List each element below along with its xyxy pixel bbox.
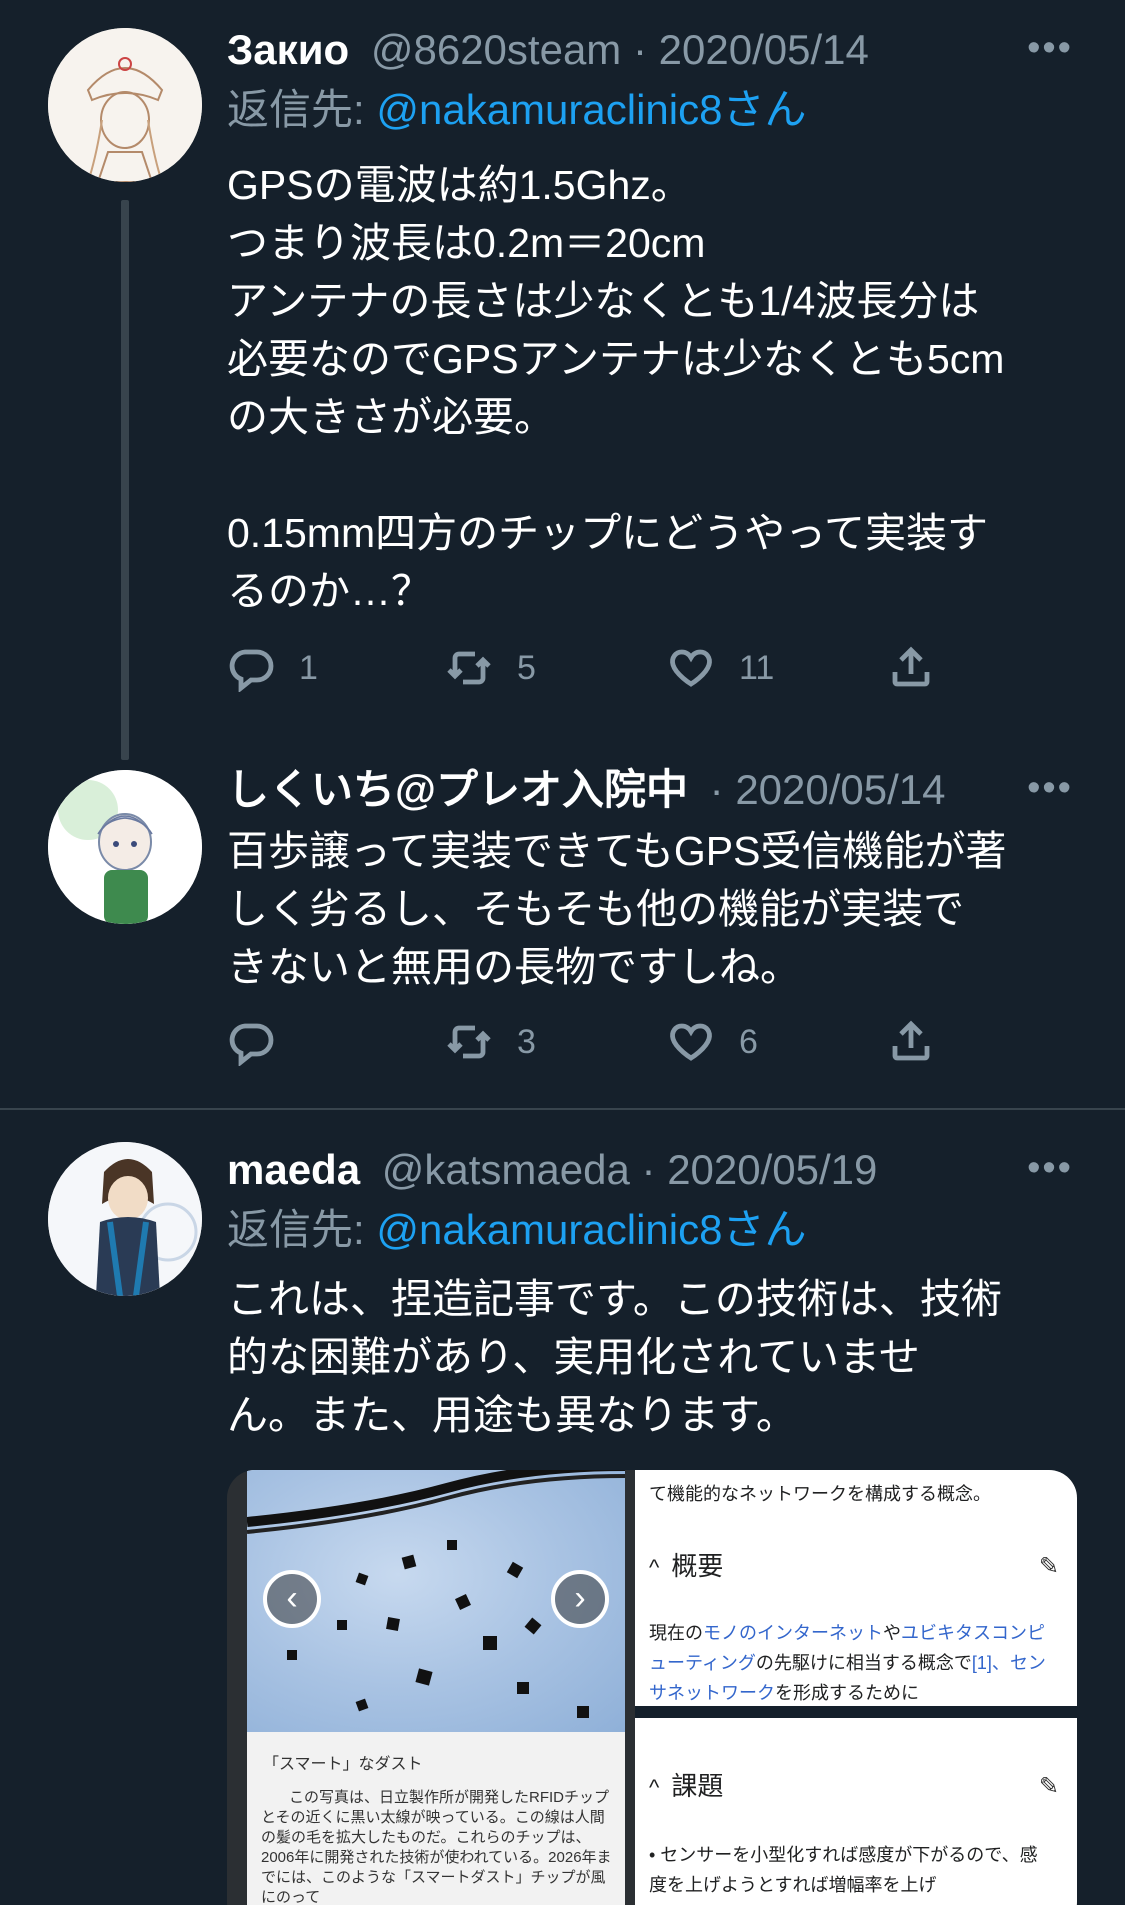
display-name[interactable]: Закио: [227, 26, 349, 73]
reply-icon: [229, 649, 274, 692]
caption-title: 「スマート」なダスト: [263, 1756, 423, 1773]
reply-prefix: 返信先:: [227, 1206, 365, 1253]
heart-icon: [670, 1023, 712, 1061]
retweet-count: 3: [517, 1022, 536, 1061]
smart-dust-photo: ‹ ›: [247, 1470, 625, 1732]
tweet-text: 百歩譲って実装できてもGPS受信機能が著 しく劣るし、そもそも他の機能が実装で …: [227, 828, 1007, 990]
wiki-paragraph-2: • センサーを小型化すれば感度が下がるので、感度を上げようとすれば増幅率を上げ: [649, 1845, 1038, 1895]
tweet-text: これは、捏造記事です。この技術は、技術 的な困難があり、実用化されていませ ん。…: [227, 1276, 1002, 1438]
reply-count: 1: [299, 648, 318, 687]
screenshot-separator: [635, 1706, 1077, 1718]
like-count: 11: [739, 648, 775, 687]
chevron-up-icon: ^: [649, 1555, 660, 1580]
avatar[interactable]: [48, 1142, 202, 1296]
section-title: 概要: [671, 1551, 724, 1581]
retweet-icon: [447, 651, 491, 685]
wiki-top-text: て機能的なネットワークを構成する概念。: [649, 1484, 991, 1504]
edit-pencil-icon[interactable]: ✎: [1039, 1552, 1059, 1581]
reply-button[interactable]: [227, 1012, 299, 1072]
action-bar: 1 5 11: [227, 638, 947, 698]
share-icon: [892, 646, 930, 687]
user-handle[interactable]: @katsmaeda: [382, 1146, 630, 1193]
next-arrow-icon[interactable]: ›: [551, 1570, 609, 1628]
more-icon[interactable]: •••: [1027, 28, 1073, 68]
tweet-text: GPSの電波は約1.5Ghz。 つまり波長は0.2m＝20cm アンテナの長さは…: [227, 162, 1005, 614]
reply-mention-link[interactable]: @nakamuraclinic8さん: [376, 86, 806, 133]
retweet-button[interactable]: 3: [445, 1012, 536, 1072]
separator: ·: [632, 26, 647, 73]
text-run: の先駆けに相当する概念で: [755, 1653, 972, 1673]
reply-to: 返信先: @nakamuraclinic8さん: [227, 1200, 806, 1260]
share-icon: [892, 1020, 930, 1061]
heart-icon: [670, 649, 712, 687]
tweet-date[interactable]: 2020/05/14: [735, 766, 945, 813]
text-run: 現在の: [649, 1623, 703, 1643]
action-bar: 3 6: [227, 1012, 947, 1072]
separator: ·: [641, 1146, 656, 1193]
wiki-section-overview[interactable]: ^ 概要: [649, 1546, 723, 1583]
retweet-button[interactable]: 5: [445, 638, 536, 698]
media-image-2[interactable]: て機能的なネットワークを構成する概念。 ^ 概要 ✎ 現在のモノのインターネットや…: [635, 1470, 1077, 1905]
avatar[interactable]: [48, 28, 202, 182]
reply-to: 返信先: @nakamuraclinic8さん: [227, 80, 806, 140]
reply-prefix: 返信先:: [227, 86, 365, 133]
reply-mention-link[interactable]: @nakamuraclinic8さん: [376, 1206, 806, 1253]
display-name[interactable]: しくいち@プレオ入院中: [227, 766, 688, 813]
tweet-1[interactable]: Закио @8620steam · 2020/05/14 ••• 返信先: @…: [0, 0, 1125, 770]
wiki-link[interactable]: モノのインターネット: [703, 1623, 883, 1643]
retweet-icon: [447, 1025, 491, 1059]
chevron-up-icon: ^: [649, 1775, 660, 1800]
media-image-1[interactable]: ‹ › 「スマート」なダスト この写真は、日立製作所が開発したRFIDチップとそ…: [247, 1470, 625, 1905]
prev-arrow-icon[interactable]: ‹: [263, 1570, 321, 1628]
display-name[interactable]: maeda: [227, 1146, 360, 1193]
section-title: 課題: [671, 1771, 724, 1801]
like-count: 6: [739, 1022, 758, 1061]
divider: [0, 1108, 1125, 1110]
avatar[interactable]: [48, 770, 202, 924]
tweet-2[interactable]: しくいち@プレオ入院中 · 2020/05/14 ••• 百歩譲って実装できても…: [0, 740, 1125, 1100]
wiki-paragraph-1: 現在のモノのインターネットやユビキタスコンピューティングの先駆けに相当する概念で…: [649, 1618, 1049, 1708]
user-handle[interactable]: @8620steam: [371, 26, 621, 73]
media-attachment[interactable]: ‹ › 「スマート」なダスト この写真は、日立製作所が開発したRFIDチップとそ…: [227, 1470, 1077, 1905]
text-run: を形成するために: [775, 1683, 919, 1703]
tweet-header: Закио @8620steam · 2020/05/14: [227, 20, 869, 80]
thread-line: [121, 200, 129, 760]
like-button[interactable]: 6: [667, 1012, 758, 1072]
share-button[interactable]: [887, 1012, 935, 1072]
reply-button[interactable]: 1: [227, 638, 318, 698]
like-button[interactable]: 11: [667, 638, 774, 698]
tweet-header: maeda @katsmaeda · 2020/05/19: [227, 1140, 877, 1200]
separator: ·: [709, 766, 724, 813]
more-icon[interactable]: •••: [1027, 768, 1073, 808]
tweet-date[interactable]: 2020/05/14: [659, 26, 869, 73]
tweet-date[interactable]: 2020/05/19: [667, 1146, 877, 1193]
text-run: や: [883, 1623, 901, 1643]
citation-link[interactable]: [1]、: [972, 1653, 1010, 1673]
retweet-count: 5: [517, 648, 536, 687]
share-button[interactable]: [887, 638, 935, 698]
edit-pencil-icon[interactable]: ✎: [1039, 1772, 1059, 1801]
caption-body: この写真は、日立製作所が開発したRFIDチップとその近くに黒い太線が映っている。…: [261, 1789, 612, 1905]
tweet-header: しくいち@プレオ入院中 · 2020/05/14: [227, 760, 946, 820]
wiki-section-issues[interactable]: ^ 課題: [649, 1766, 723, 1803]
more-icon[interactable]: •••: [1027, 1148, 1073, 1188]
reply-icon: [229, 1023, 274, 1066]
